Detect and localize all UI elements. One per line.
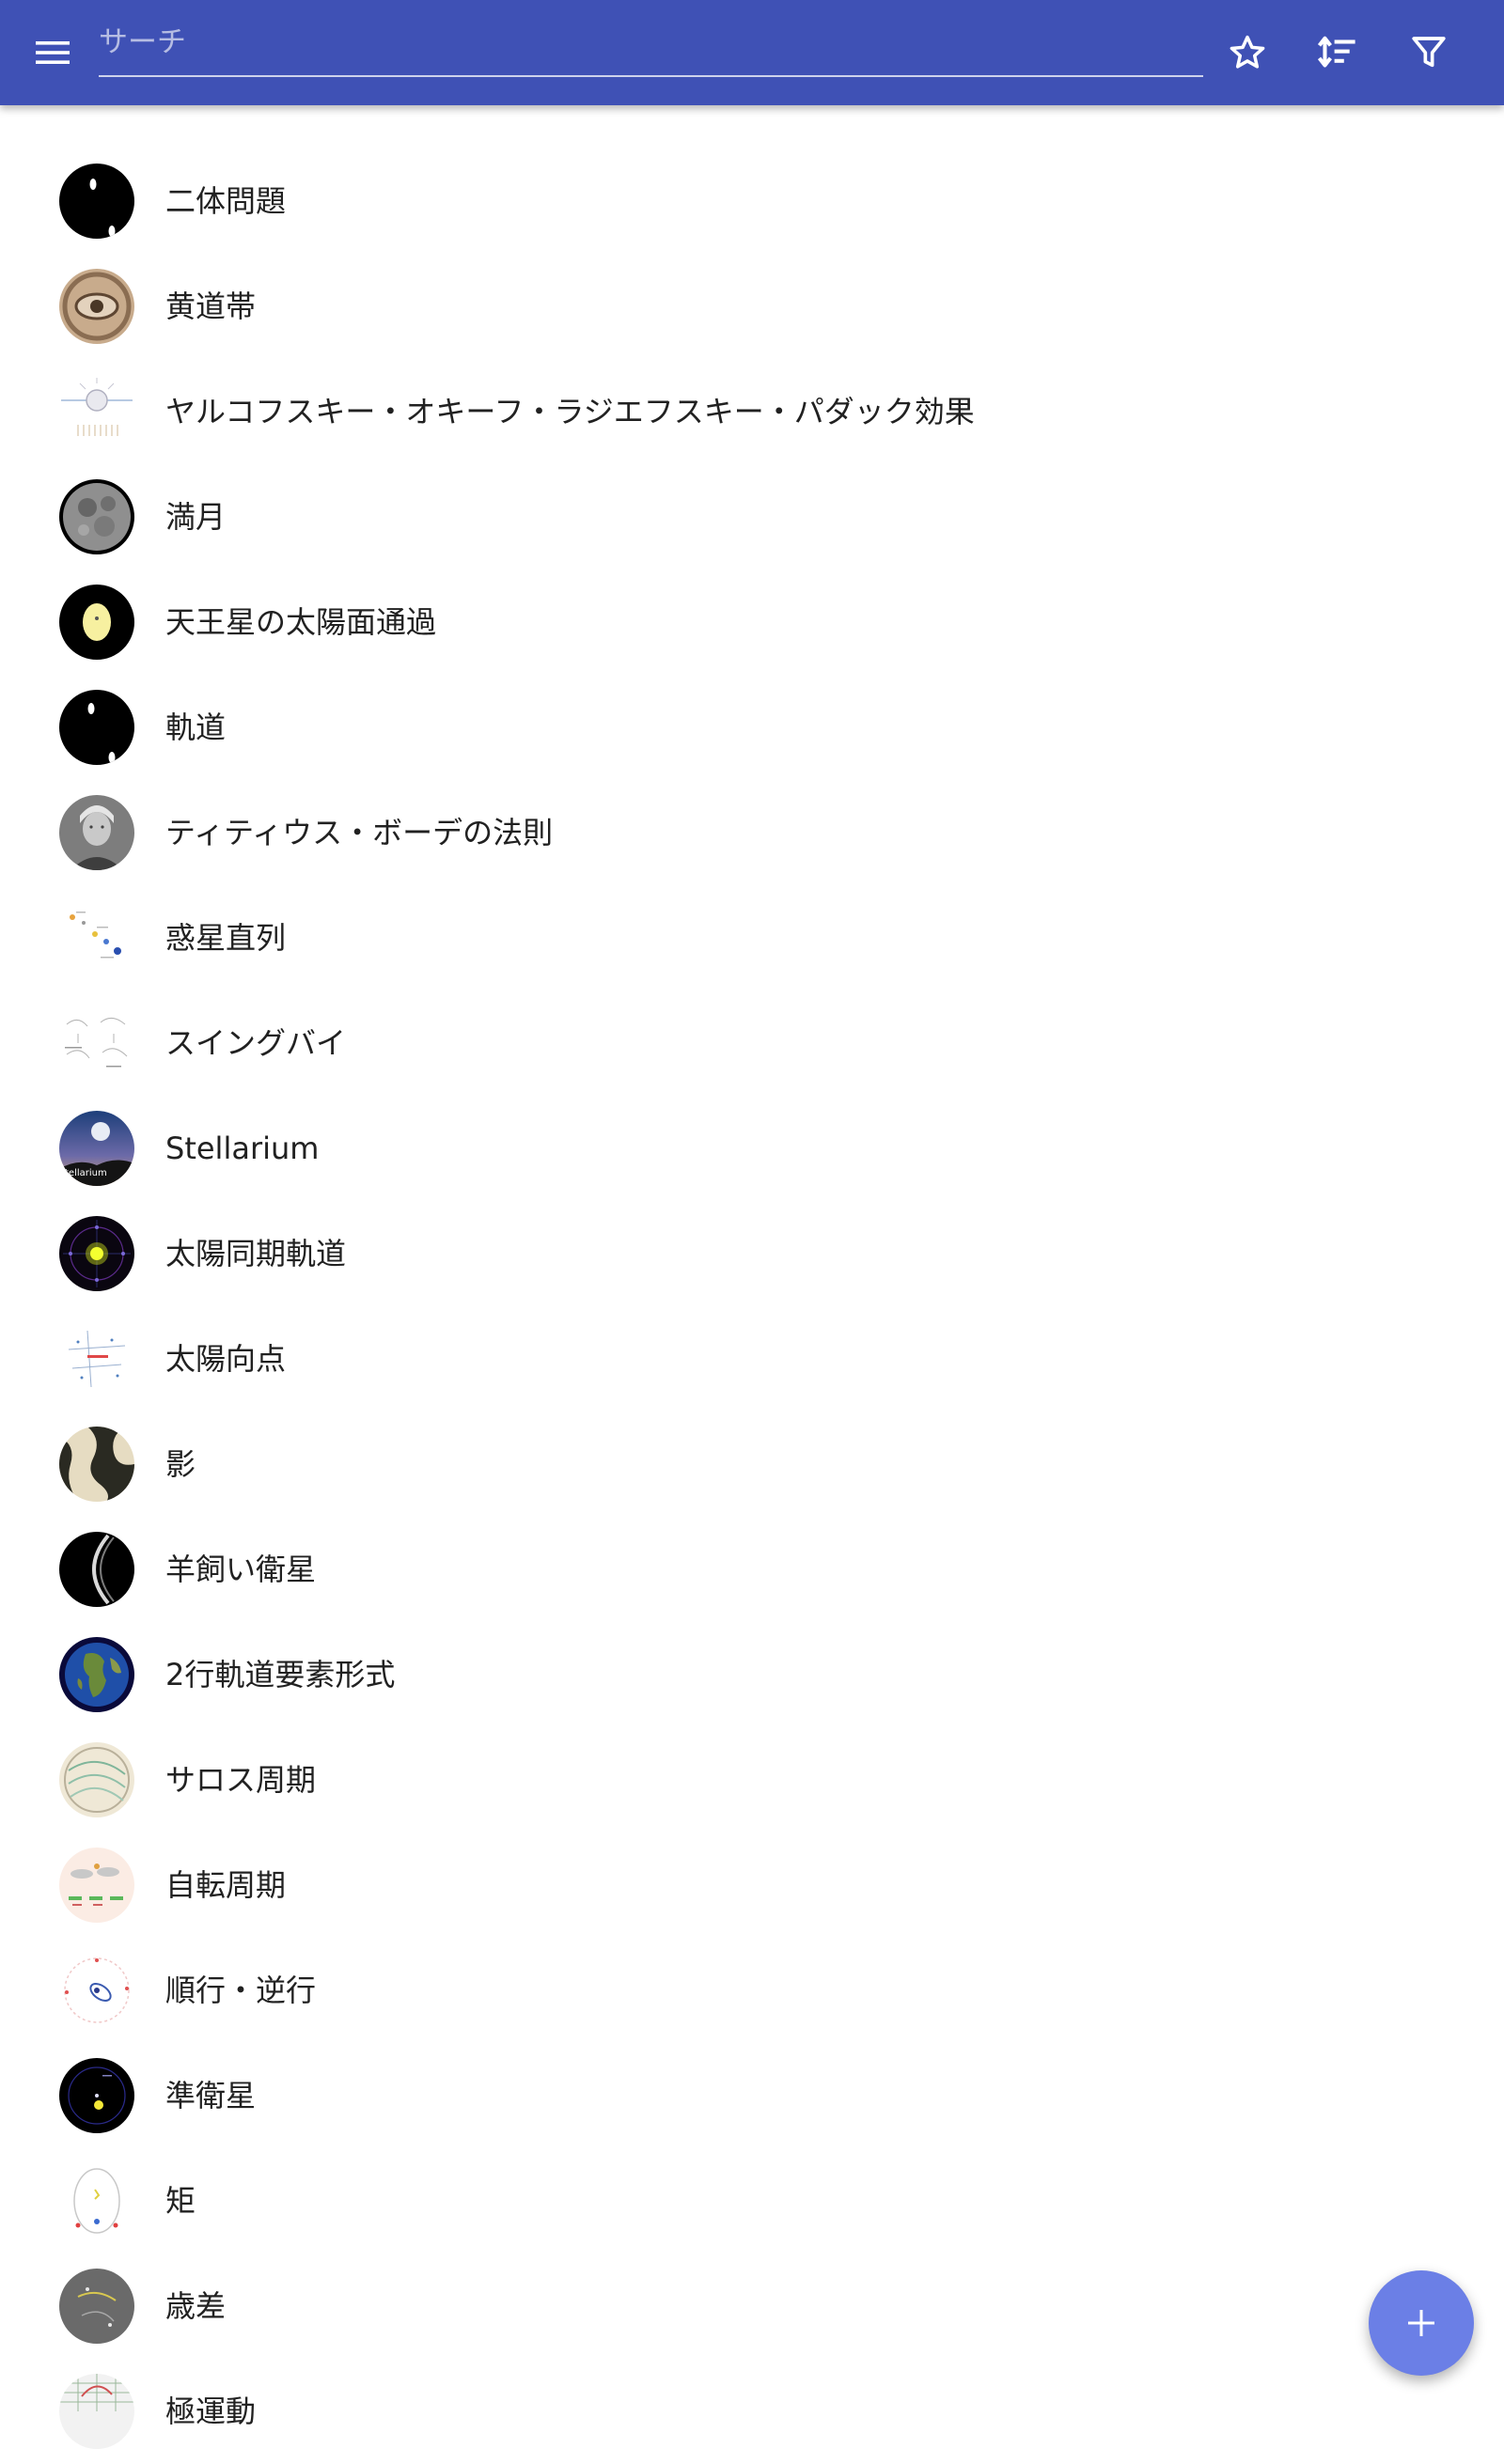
list-item-label: スイングバイ [165,1025,347,1061]
list-item[interactable]: スイングバイ [0,990,1504,1096]
list-item-label: 二体問題 [165,183,287,219]
list-item-label: 2行軌道要素形式 [165,1657,396,1692]
planetary-alignment-thumbnail [59,900,134,975]
list-item[interactable]: 順行・逆行 [0,1938,1504,2043]
list-item-label: Stellarium [165,1131,320,1166]
list-item[interactable]: ヤルコフスキー・オキーフ・ラジエフスキー・パダック効果 [0,359,1504,464]
sort-icon [1317,36,1355,68]
list-item[interactable]: 惑星直列 [0,885,1504,990]
full-moon-thumbnail [59,479,134,554]
plus-icon [1408,2310,1434,2336]
app-bar [0,0,1504,105]
list-item-label: 順行・逆行 [165,1973,317,2008]
filter-icon [1412,37,1446,68]
list-item-label: 天王星の太陽面通過 [165,604,437,640]
list-item-label: 歳差 [165,2288,227,2324]
list-item-label: 自転周期 [165,1867,287,1903]
filter-button[interactable] [1397,21,1461,85]
earth-globe-thumbnail [59,1637,134,1712]
list-item[interactable]: ティティウス・ボーデの法則 [0,780,1504,885]
list-item-label: サロス周期 [165,1762,317,1798]
list-item-label: ティティウス・ボーデの法則 [165,815,554,850]
list-item-label: 影 [165,1446,196,1482]
list-item[interactable]: 準衛星 [0,2043,1504,2148]
list-item[interactable]: tellarium Stellarium [0,1096,1504,1201]
list-item[interactable]: 歳差 [0,2253,1504,2359]
uranus-transit-thumbnail [59,585,134,660]
swing-by-thumbnail [59,1006,134,1081]
list-item-label: 矩 [165,2183,196,2219]
list-item[interactable]: 自転周期 [0,1832,1504,1938]
list-item-label: 準衛星 [165,2078,257,2113]
list-item-label: 軌道 [165,710,227,745]
solar-apex-thumbnail [59,1321,134,1396]
add-button[interactable] [1369,2270,1474,2376]
list-item[interactable]: 軌道 [0,675,1504,780]
list-item-label: 太陽同期軌道 [165,1236,347,1271]
precession-thumbnail [59,2269,134,2344]
search-field [99,13,1203,77]
list-item[interactable]: 極運動 [0,2359,1504,2464]
sort-button[interactable] [1306,21,1370,85]
stellarium-logo-text: tellarium [65,1168,107,1178]
saros-cycle-thumbnail [59,1742,134,1817]
list-item[interactable]: 太陽同期軌道 [0,1201,1504,1306]
quasi-satellite-thumbnail [59,2058,134,2133]
stellarium-logo-thumbnail: tellarium [59,1111,134,1186]
rotation-period-thumbnail [59,1848,134,1923]
yorp-effect-thumbnail [59,374,134,449]
polar-motion-thumbnail [59,2374,134,2449]
list-item-label: 太陽向点 [165,1341,287,1377]
sun-synchronous-orbit-thumbnail [59,1216,134,1291]
orbit-thumbnail [59,690,134,765]
list-item-label: 惑星直列 [165,920,287,956]
two-body-problem-thumbnail [59,164,134,239]
list-item[interactable]: 天王星の太陽面通過 [0,569,1504,675]
star-outline-icon [1230,35,1265,69]
titius-bode-portrait-thumbnail [59,795,134,870]
shepherd-moon-thumbnail [59,1532,134,1607]
list-item[interactable]: サロス周期 [0,1727,1504,1832]
list-item[interactable]: 満月 [0,464,1504,569]
list-item-label: 極運動 [165,2394,257,2429]
quadrature-thumbnail [59,2163,134,2238]
list-item-label: 満月 [165,499,227,535]
list-item[interactable]: 二体問題 [0,148,1504,254]
favorites-button[interactable] [1215,21,1279,85]
list-item[interactable]: 黄道帯 [0,254,1504,359]
list-item[interactable]: 影 [0,1411,1504,1517]
hamburger-menu-icon [36,41,70,64]
prograde-retrograde-thumbnail [59,1953,134,2028]
list-item-label: 黄道帯 [165,289,257,324]
list-item-label: 羊飼い衛星 [165,1552,317,1587]
search-input[interactable] [99,19,1203,66]
list-item[interactable]: 2行軌道要素形式 [0,1622,1504,1727]
list-item[interactable]: 太陽向点 [0,1306,1504,1411]
list-item[interactable]: 羊飼い衛星 [0,1517,1504,1622]
menu-button[interactable] [21,21,85,85]
list-item-label: ヤルコフスキー・オキーフ・ラジエフスキー・パダック効果 [165,394,975,429]
list-item[interactable]: 矩 [0,2148,1504,2253]
zodiac-thumbnail [59,269,134,344]
shadow-thumbnail [59,1427,134,1502]
